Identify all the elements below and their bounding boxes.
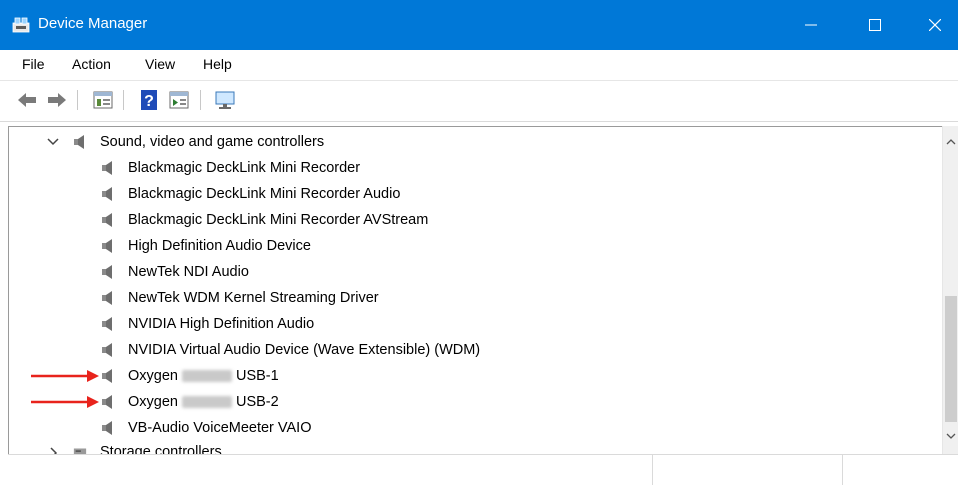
speaker-icon (74, 135, 84, 149)
window-title: Device Manager (38, 15, 148, 32)
device-tree: Sound, video and game controllers Blackm… (8, 126, 943, 456)
device-manager-icon (12, 17, 30, 33)
device-row[interactable]: NewTek WDM Kernel Streaming Driver (9, 285, 943, 311)
device-label: Blackmagic DeckLink Mini Recorder Audio (128, 186, 401, 202)
device-label: NewTek WDM Kernel Streaming Driver (128, 290, 379, 306)
speaker-icon (102, 395, 112, 409)
device-row[interactable]: NVIDIA High Definition Audio (9, 311, 943, 337)
chevron-down-icon[interactable] (47, 137, 59, 147)
vertical-scrollbar[interactable] (942, 126, 958, 454)
status-separator (652, 455, 653, 485)
close-icon (929, 19, 941, 31)
status-separator (842, 455, 843, 485)
properties-icon[interactable] (92, 89, 114, 111)
device-row-oxygen-usb-1[interactable]: Oxygen USB-1 (9, 363, 943, 389)
speaker-icon (102, 291, 112, 305)
title-bar: Device Manager (0, 0, 958, 50)
help-icon[interactable]: ? (138, 89, 160, 111)
menu-bar: File Action View Help (0, 50, 958, 81)
menu-view[interactable]: View (145, 56, 175, 72)
speaker-icon (102, 239, 112, 253)
toolbar-separator (77, 90, 78, 110)
device-label: NewTek NDI Audio (128, 264, 249, 280)
scroll-up-icon[interactable] (946, 138, 956, 146)
category-label: Sound, video and game controllers (100, 134, 325, 150)
update-driver-icon[interactable] (168, 89, 190, 111)
menu-file[interactable]: File (22, 56, 45, 72)
speaker-icon (102, 317, 112, 331)
device-label: Blackmagic DeckLink Mini Recorder (128, 160, 361, 176)
speaker-icon (102, 421, 112, 435)
device-row[interactable]: VB-Audio VoiceMeeter VAIO (9, 415, 943, 441)
device-row[interactable]: NewTek NDI Audio (9, 259, 943, 285)
maximize-button[interactable] (852, 0, 898, 50)
device-label: NVIDIA Virtual Audio Device (Wave Extens… (128, 342, 481, 358)
speaker-icon (102, 369, 112, 383)
menu-help[interactable]: Help (203, 56, 232, 72)
svg-text:?: ? (144, 93, 154, 110)
toolbar: ? (0, 81, 958, 122)
speaker-icon (102, 187, 112, 201)
device-name-suffix: USB-2 (235, 394, 279, 410)
device-name-suffix: USB-1 (235, 368, 279, 384)
device-label: High Definition Audio Device (128, 238, 311, 254)
scrollbar-thumb[interactable] (945, 296, 957, 422)
redacted-text (181, 396, 232, 409)
device-row[interactable]: Blackmagic DeckLink Mini Recorder Audio (9, 181, 943, 207)
speaker-icon (102, 343, 112, 357)
device-label: VB-Audio VoiceMeeter VAIO (128, 420, 312, 436)
device-label: NVIDIA High Definition Audio (128, 316, 315, 332)
minimize-icon (805, 24, 817, 26)
back-arrow-icon[interactable] (16, 89, 38, 111)
device-row[interactable]: NVIDIA Virtual Audio Device (Wave Extens… (9, 337, 943, 363)
toolbar-separator (200, 90, 201, 110)
toolbar-separator (123, 90, 124, 110)
category-row[interactable]: Sound, video and game controllers (9, 129, 943, 155)
device-label: Blackmagic DeckLink Mini Recorder AVStre… (128, 212, 429, 228)
device-label: Oxygen USB-1 (128, 363, 279, 389)
monitor-icon[interactable] (214, 89, 236, 111)
close-button[interactable] (912, 0, 958, 50)
speaker-icon (102, 213, 112, 227)
redacted-text (181, 370, 232, 383)
device-name-prefix: Oxygen (128, 368, 178, 384)
device-row-oxygen-usb-2[interactable]: Oxygen USB-2 (9, 389, 943, 415)
maximize-icon (869, 19, 881, 31)
device-row[interactable]: Blackmagic DeckLink Mini Recorder AVStre… (9, 207, 943, 233)
forward-arrow-icon[interactable] (46, 89, 68, 111)
device-name-prefix: Oxygen (128, 394, 178, 410)
device-row[interactable]: Blackmagic DeckLink Mini Recorder (9, 155, 943, 181)
minimize-button[interactable] (788, 0, 834, 50)
speaker-icon (102, 161, 112, 175)
speaker-icon (102, 265, 112, 279)
menu-action[interactable]: Action (72, 56, 111, 72)
device-label: Oxygen USB-2 (128, 389, 279, 415)
annotation-arrow-icon (31, 370, 99, 382)
device-row[interactable]: High Definition Audio Device (9, 233, 943, 259)
status-bar (8, 454, 958, 485)
scroll-down-icon[interactable] (946, 432, 956, 440)
annotation-arrow-icon (31, 396, 99, 408)
